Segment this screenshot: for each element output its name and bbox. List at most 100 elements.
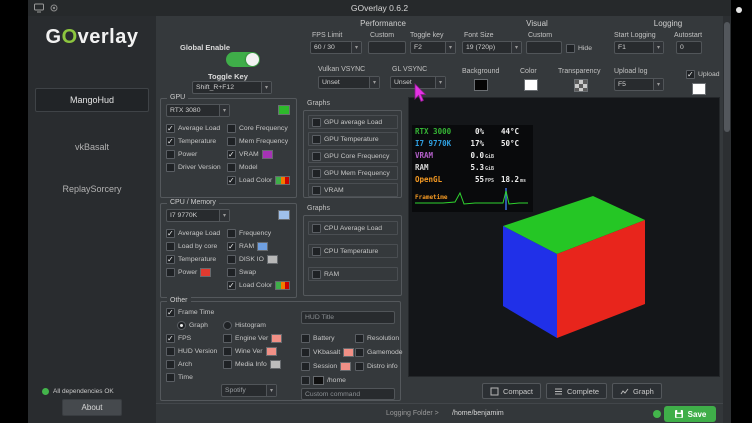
load-color-swatch[interactable] [275, 176, 290, 185]
checkbox[interactable] [301, 362, 310, 371]
custom-command-input[interactable] [301, 388, 395, 400]
home-checkbox[interactable] [301, 376, 310, 385]
checkbox[interactable] [166, 163, 175, 172]
color-swatch[interactable] [262, 150, 273, 159]
cpu-device-select[interactable]: I7 9770K▾ [166, 209, 230, 222]
frame-time-checkbox[interactable] [166, 308, 175, 317]
checkbox-row: Gamemode [355, 347, 403, 357]
autostart-input[interactable] [676, 41, 702, 54]
gpu-color-swatch[interactable] [278, 105, 290, 115]
checkbox[interactable] [166, 150, 175, 159]
hide-checkbox[interactable] [566, 44, 575, 53]
fps-toggle-key-select[interactable]: F2▾ [410, 41, 456, 54]
checkbox[interactable] [227, 255, 236, 264]
checkbox[interactable] [227, 281, 236, 290]
save-button[interactable]: Save [664, 406, 716, 422]
color-swatch[interactable] [340, 362, 351, 371]
checkbox[interactable] [223, 360, 232, 369]
sidebar-item-vkbasalt[interactable]: vkBasalt [28, 142, 156, 152]
checkbox-row: GPU Temperature [308, 132, 398, 146]
scrollbar-thumb[interactable] [724, 22, 730, 132]
upload-log-select[interactable]: F5▾ [614, 78, 664, 91]
scrollbar[interactable] [723, 16, 731, 423]
fps-custom-input[interactable] [368, 41, 406, 54]
color-swatch[interactable] [200, 268, 211, 277]
checkbox[interactable] [312, 224, 321, 233]
histogram-radio[interactable] [223, 321, 232, 330]
color-swatch[interactable] [270, 360, 281, 369]
color-swatch[interactable] [266, 347, 277, 356]
complete-button[interactable]: Complete [546, 383, 607, 399]
checkbox[interactable] [227, 229, 236, 238]
color-swatch[interactable] [257, 242, 268, 251]
checkbox[interactable] [312, 118, 321, 127]
start-logging-select[interactable]: F1▾ [614, 41, 664, 54]
transparency-button[interactable] [574, 79, 588, 92]
checkbox[interactable] [166, 229, 175, 238]
checkbox[interactable] [355, 348, 364, 357]
checkbox[interactable] [227, 176, 236, 185]
checkbox[interactable] [312, 247, 321, 256]
checkbox[interactable] [227, 137, 236, 146]
sidebar-item-mangohud[interactable]: MangoHud [35, 88, 149, 112]
font-size-select[interactable]: 19 (720p)▾ [462, 41, 522, 54]
checkbox[interactable] [301, 348, 310, 357]
checkbox[interactable] [166, 137, 175, 146]
checkbox[interactable] [166, 268, 175, 277]
text-color-swatch[interactable] [524, 79, 538, 91]
about-button[interactable]: About [62, 399, 122, 416]
checkbox[interactable] [301, 334, 310, 343]
checkbox[interactable] [166, 255, 175, 264]
color-swatch[interactable] [271, 334, 282, 343]
color-swatch[interactable] [343, 348, 354, 357]
checkbox[interactable] [355, 334, 364, 343]
compact-button[interactable]: Compact [482, 383, 541, 399]
graph-radio[interactable] [177, 321, 186, 330]
chevron-down-icon: ▾ [369, 77, 379, 88]
cpu-color-swatch[interactable] [278, 210, 290, 220]
checkbox[interactable] [227, 163, 236, 172]
background-color-swatch[interactable] [474, 79, 488, 91]
radio-label: Histogram [235, 322, 266, 329]
checkbox[interactable] [312, 152, 321, 161]
performance-title: Performance [306, 19, 460, 28]
checkbox-row: Session [301, 361, 351, 371]
checkbox-row: Frame Time [166, 307, 214, 317]
fps-limit-select[interactable]: 60 / 30▾ [310, 41, 362, 54]
checkbox[interactable] [223, 334, 232, 343]
checkbox[interactable] [227, 268, 236, 277]
checkbox[interactable] [227, 150, 236, 159]
font-custom-input[interactable] [526, 41, 562, 54]
hud-title-input[interactable] [301, 311, 395, 324]
load-color-swatch[interactable] [275, 281, 290, 290]
upload-color-swatch[interactable] [692, 83, 706, 95]
gpu-device-select[interactable]: RTX 3080▾ [166, 104, 230, 117]
checkbox[interactable] [166, 347, 175, 356]
checkbox[interactable] [355, 362, 364, 371]
checkbox[interactable] [312, 135, 321, 144]
toggle-key-select[interactable]: Shift_R+F12▾ [192, 81, 272, 94]
checkbox[interactable] [223, 347, 232, 356]
spotify-select[interactable]: Spotify▾ [221, 384, 277, 397]
visual-title: Visual [462, 19, 612, 28]
checkbox[interactable] [227, 124, 236, 133]
color-swatch[interactable] [267, 255, 278, 264]
chevron-down-icon: ▾ [511, 42, 521, 53]
global-enable-toggle[interactable] [226, 52, 260, 67]
upload-checkbox[interactable] [686, 70, 695, 79]
checkbox[interactable] [166, 373, 175, 382]
checkbox[interactable] [166, 124, 175, 133]
vulkan-vsync-select[interactable]: Unset▾ [318, 76, 380, 89]
checkbox[interactable] [312, 169, 321, 178]
checkbox[interactable] [227, 242, 236, 251]
checkbox[interactable] [312, 186, 321, 195]
checkbox[interactable] [312, 270, 321, 279]
checkbox[interactable] [166, 360, 175, 369]
sidebar-item-replaysorcery[interactable]: ReplaySorcery [28, 184, 156, 194]
logging-folder-label[interactable]: Logging Folder > [386, 410, 439, 417]
checkbox[interactable] [166, 242, 175, 251]
home-color-swatch[interactable] [313, 376, 324, 385]
sidebar: GOverlay MangoHud vkBasalt ReplaySorcery… [28, 16, 156, 423]
graph-button[interactable]: Graph [612, 383, 662, 399]
checkbox[interactable] [166, 334, 175, 343]
